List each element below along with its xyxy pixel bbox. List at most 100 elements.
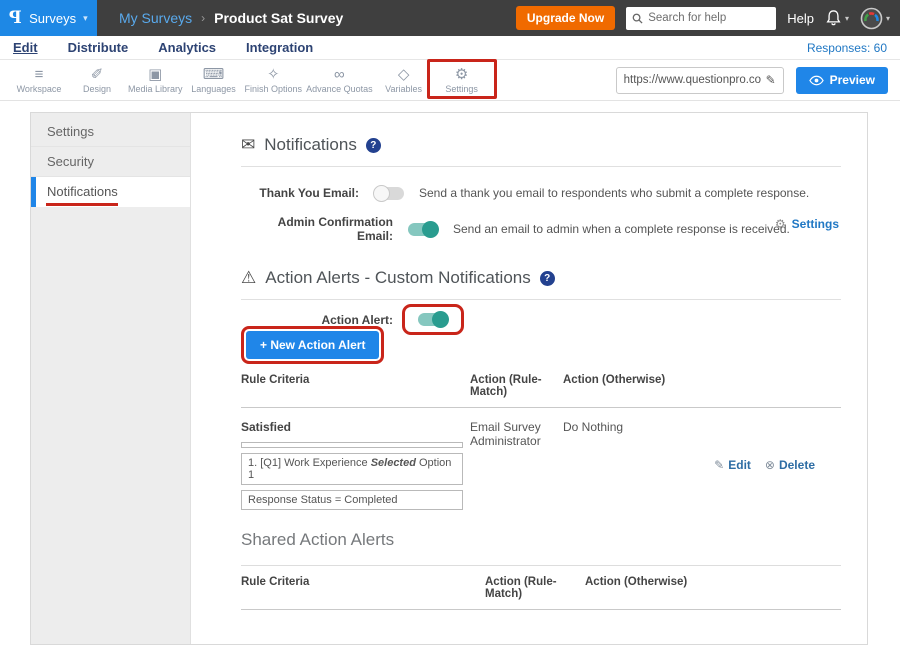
breadcrumb: My Surveys › Product Sat Survey bbox=[119, 10, 343, 26]
toolbar-languages-label: Languages bbox=[191, 84, 236, 94]
admin-email-settings-link[interactable]: ⚙ Settings bbox=[775, 217, 839, 231]
edit-toolbar: ≡ Workspace ✐ Design ▣ Media Library ⌨ L… bbox=[0, 60, 900, 101]
chevron-down-icon: ▾ bbox=[845, 14, 849, 23]
questionpro-logo-icon: P bbox=[9, 8, 22, 28]
avatar bbox=[860, 7, 883, 30]
toolbar-workspace[interactable]: ≡ Workspace bbox=[10, 60, 68, 100]
help-link[interactable]: Help bbox=[787, 11, 814, 26]
annotation-red-box-new-action-alert: + New Action Alert bbox=[241, 326, 384, 364]
admin-confirmation-email-toggle[interactable] bbox=[408, 223, 438, 236]
toolbar-media-library-label: Media Library bbox=[128, 84, 183, 94]
thank-you-email-description: Send a thank you email to respondents wh… bbox=[419, 186, 809, 200]
tab-distribute[interactable]: Distribute bbox=[68, 40, 129, 55]
questionpro-settings-page: P Surveys ▾ My Surveys › Product Sat Sur… bbox=[0, 0, 900, 655]
settings-sidebar: Settings Security Notifications bbox=[31, 113, 191, 644]
criteria-box-2: Response Status = Completed bbox=[241, 490, 463, 510]
thank-you-email-label: Thank You Email: bbox=[241, 186, 359, 200]
criteria-text: 1. [Q1] Work Experience bbox=[248, 457, 371, 469]
toolbar-finish-options[interactable]: ✧ Finish Options bbox=[243, 60, 305, 100]
preview-button[interactable]: Preview bbox=[796, 67, 888, 94]
survey-url-input[interactable] bbox=[624, 74, 761, 86]
delete-icon: ⊗ bbox=[765, 458, 775, 472]
help-search-input[interactable] bbox=[648, 12, 763, 24]
sidebar-item-settings[interactable]: Settings bbox=[31, 117, 190, 147]
notifications-bell-menu[interactable]: ▾ bbox=[825, 9, 849, 27]
col-rule-criteria: Rule Criteria bbox=[241, 576, 485, 600]
admin-confirmation-email-label: Admin Confirmation Email: bbox=[241, 215, 393, 243]
toolbar-variables[interactable]: ◇ Variables bbox=[375, 60, 433, 100]
breadcrumb-my-surveys[interactable]: My Surveys bbox=[119, 10, 192, 26]
rule-criteria-cell: Satisfied 1. [Q1] Work Experience Select… bbox=[241, 420, 470, 510]
annotation-red-box-action-alert bbox=[402, 304, 464, 335]
help-search[interactable] bbox=[626, 7, 776, 30]
toolbar-right: ✎ Preview bbox=[616, 67, 900, 94]
toolbar-design-label: Design bbox=[83, 84, 111, 94]
chevron-down-icon: ▾ bbox=[886, 14, 890, 23]
sidebar-item-notifications[interactable]: Notifications bbox=[31, 177, 190, 207]
annotation-red-underline-notifications bbox=[46, 203, 118, 206]
delete-label: Delete bbox=[779, 458, 815, 472]
edit-label: Edit bbox=[728, 458, 751, 472]
thank-you-email-toggle[interactable] bbox=[374, 187, 404, 200]
toolbar-settings[interactable]: ⚙ Settings bbox=[433, 60, 491, 100]
action-alerts-section-title: Action Alerts - Custom Notifications bbox=[265, 268, 530, 288]
action-alert-toggle[interactable] bbox=[418, 313, 448, 326]
toolbar-variables-label: Variables bbox=[385, 84, 422, 94]
envelope-icon: ✉ bbox=[241, 135, 255, 155]
survey-nav-tabs: Edit Distribute Analytics Integration Re… bbox=[0, 36, 900, 60]
admin-email-settings-label: Settings bbox=[792, 217, 839, 231]
toolbar-settings-label: Settings bbox=[445, 84, 478, 94]
action-rule-match-cell: Email Survey Administrator bbox=[470, 420, 563, 510]
toggle-knob bbox=[432, 311, 449, 328]
toolbar-design[interactable]: ✐ Design bbox=[68, 60, 126, 100]
new-action-alert-button[interactable]: + New Action Alert bbox=[246, 331, 379, 359]
divider bbox=[241, 299, 841, 300]
eye-icon bbox=[809, 75, 824, 86]
toolbar-advance-quotas[interactable]: ∞ Advance Quotas bbox=[304, 60, 375, 100]
admin-confirmation-email-description: Send an email to admin when a complete r… bbox=[453, 222, 790, 236]
gear-icon: ⚙ bbox=[455, 67, 468, 83]
upgrade-now-button[interactable]: Upgrade Now bbox=[516, 6, 615, 30]
bell-icon bbox=[825, 9, 842, 27]
admin-confirmation-email-row: Admin Confirmation Email: Send an email … bbox=[241, 215, 841, 243]
finish-options-icon: ✧ bbox=[267, 67, 280, 83]
preview-button-label: Preview bbox=[830, 73, 875, 87]
help-question-icon[interactable]: ? bbox=[366, 138, 381, 153]
tab-integration[interactable]: Integration bbox=[246, 40, 313, 55]
breadcrumb-separator-icon: › bbox=[201, 11, 205, 25]
warning-icon: ⚠ bbox=[241, 268, 256, 288]
edit-url-icon[interactable]: ✎ bbox=[766, 73, 776, 87]
action-alerts-section-header: ⚠ Action Alerts - Custom Notifications ? bbox=[241, 268, 841, 288]
top-bar: P Surveys ▾ My Surveys › Product Sat Sur… bbox=[0, 0, 900, 36]
settings-panel: Settings Security Notifications ✉ Notifi… bbox=[30, 112, 868, 645]
tab-analytics[interactable]: Analytics bbox=[158, 40, 216, 55]
notifications-content: ✉ Notifications ? Thank You Email: Send … bbox=[191, 113, 867, 644]
survey-url-field[interactable]: ✎ bbox=[616, 67, 784, 94]
media-library-icon: ▣ bbox=[148, 67, 162, 83]
notifications-section-title: Notifications bbox=[264, 135, 357, 155]
toggle-knob bbox=[422, 221, 439, 238]
shared-alerts-table-header: Rule Criteria Action (Rule-Match) Action… bbox=[241, 565, 841, 610]
topbar-actions: Upgrade Now Help ▾ ▾ bbox=[516, 6, 900, 30]
toolbar-media-library[interactable]: ▣ Media Library bbox=[126, 60, 185, 100]
col-action-rule-match: Action (Rule-Match) bbox=[485, 576, 585, 600]
search-icon bbox=[632, 13, 643, 24]
advance-quotas-icon: ∞ bbox=[334, 67, 345, 83]
surveys-product-menu[interactable]: P Surveys ▾ bbox=[0, 0, 97, 36]
product-menu-label: Surveys bbox=[29, 11, 76, 26]
toolbar-languages[interactable]: ⌨ Languages bbox=[185, 60, 243, 100]
toggle-knob bbox=[373, 185, 390, 202]
delete-alert-link[interactable]: ⊗ Delete bbox=[765, 420, 815, 510]
action-alert-row: Satisfied 1. [Q1] Work Experience Select… bbox=[241, 408, 841, 510]
sidebar-item-security[interactable]: Security bbox=[31, 147, 190, 177]
tab-edit[interactable]: Edit bbox=[13, 40, 38, 55]
shared-action-alerts-title: Shared Action Alerts bbox=[241, 530, 841, 550]
help-question-icon[interactable]: ? bbox=[540, 271, 555, 286]
row-actions: ✎Edit ⊗ Delete bbox=[714, 420, 841, 510]
responses-count[interactable]: Responses: 60 bbox=[807, 41, 887, 55]
edit-alert-link[interactable]: ✎Edit bbox=[714, 420, 751, 510]
divider bbox=[241, 166, 841, 167]
gear-icon: ⚙ bbox=[775, 217, 786, 231]
account-avatar-menu[interactable]: ▾ bbox=[860, 7, 890, 30]
col-action-rule-match: Action (Rule-Match) bbox=[470, 374, 563, 398]
